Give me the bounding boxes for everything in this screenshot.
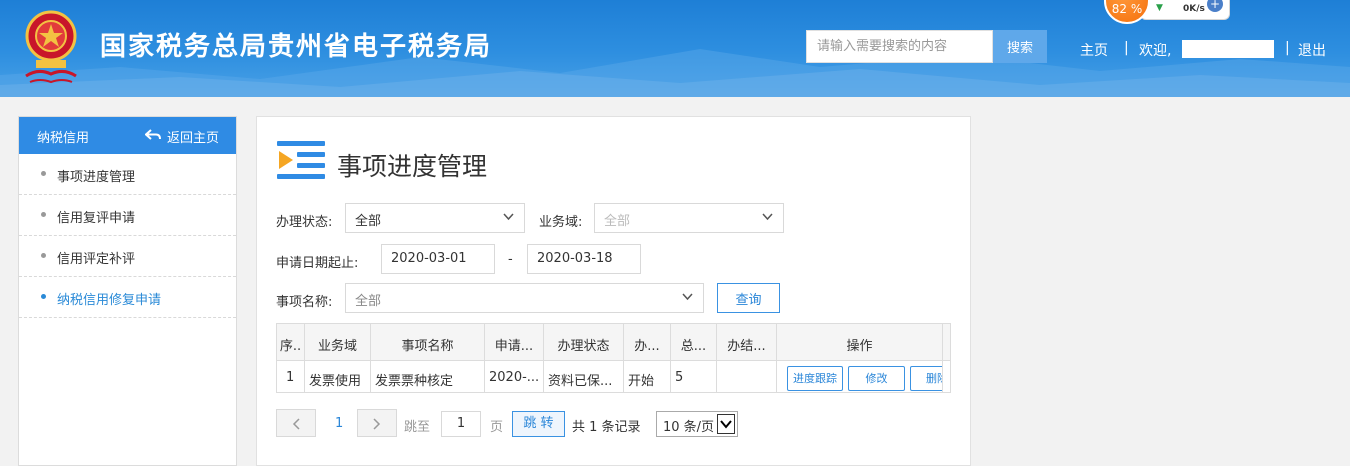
page-title: 事项进度管理 [337, 152, 488, 181]
site-title: 国家税务总局贵州省电子税务局 [100, 32, 493, 62]
list-menu-icon [277, 141, 325, 179]
date-range-separator: - [508, 252, 513, 267]
bullet-icon [41, 171, 46, 176]
search-input[interactable] [806, 30, 993, 63]
tax-emblem-icon [25, 10, 77, 84]
network-speed-text: 0K/s [1183, 4, 1205, 14]
column-header[interactable]: 办理状态 [544, 324, 624, 360]
bullet-icon [41, 212, 46, 217]
chevron-down-icon [503, 213, 514, 221]
page-size-value: 10 条/页 [663, 420, 715, 435]
column-header[interactable]: 申请... [485, 324, 544, 360]
table-cell: 1 [277, 361, 305, 392]
query-button[interactable]: 查询 [717, 283, 780, 313]
page-size-select[interactable]: 10 条/页 [656, 411, 738, 437]
domain-select[interactable]: 全部 [594, 203, 784, 233]
home-link[interactable]: 主页 [1080, 40, 1108, 60]
column-header[interactable]: 总... [671, 324, 717, 360]
item-name-select[interactable]: 全部 [345, 283, 704, 313]
logout-link[interactable]: 退出 [1298, 40, 1326, 60]
progress-table: 序.. 业务域 事项名称 申请... 办理状态 办... 总... 办结... … [276, 323, 951, 393]
column-header[interactable]: 办结... [717, 324, 777, 360]
status-select-value: 全部 [355, 214, 382, 229]
username-display [1182, 40, 1274, 58]
domain-select-value: 全部 [604, 214, 631, 229]
status-select[interactable]: 全部 [345, 203, 525, 233]
sidebar-title: 纳税信用 [37, 131, 90, 146]
jump-page-input[interactable]: 1 [441, 411, 481, 437]
jump-button[interactable]: 跳 转 [512, 411, 565, 437]
back-home-link[interactable]: 返回主页 [167, 127, 219, 146]
current-page[interactable]: 1 [335, 416, 343, 431]
dropdown-arrow-box [717, 414, 735, 434]
table-cell-actions: 进度跟踪 修改 删除 [777, 361, 943, 392]
table-cell [717, 361, 777, 392]
chevron-down-icon [762, 213, 773, 221]
sidebar-item-reevaluation[interactable]: 信用复评申请 [19, 195, 236, 236]
table-cell: 5 [671, 361, 717, 392]
total-records: 共 1 条记录 [572, 420, 641, 435]
status-label: 办理状态: [276, 215, 333, 230]
chevron-down-icon [682, 293, 693, 301]
sidebar-item-label: 信用复评申请 [57, 211, 136, 226]
chevron-right-icon [373, 418, 381, 430]
table-header-row: 序.. 业务域 事项名称 申请... 办理状态 办... 总... 办结... … [277, 324, 950, 361]
chevron-left-icon [292, 418, 300, 430]
item-name-label: 事项名称: [276, 295, 333, 310]
track-progress-button[interactable]: 进度跟踪 [787, 366, 843, 391]
sidebar-item-supplement[interactable]: 信用评定补评 [19, 236, 236, 277]
sidebar-item-label: 信用评定补评 [57, 252, 136, 267]
sidebar-item-label: 纳税信用修复申请 [57, 293, 162, 308]
edit-button[interactable]: 修改 [848, 366, 905, 391]
search-button[interactable]: 搜索 [993, 30, 1047, 63]
column-header[interactable]: 事项名称 [371, 324, 485, 360]
date-end-input[interactable]: 2020-03-18 [527, 244, 641, 274]
welcome-text: 欢迎, [1139, 43, 1172, 59]
table-row: 1 发票使用 发票票种核定 2020-... 资料已保... 开始 5 进度跟踪… [277, 361, 950, 392]
nav-separator: | [1124, 40, 1129, 56]
table-cell: 开始 [624, 361, 671, 392]
column-header[interactable]: 业务域 [305, 324, 371, 360]
bullet-icon [41, 253, 46, 258]
table-cell: 2020-... [485, 361, 544, 392]
next-page-button[interactable] [357, 409, 397, 437]
column-header: 操作 [777, 324, 943, 360]
column-header[interactable]: 办... [624, 324, 671, 360]
table-cell: 资料已保... [544, 361, 624, 392]
delete-button[interactable]: 删除 [910, 366, 942, 391]
table-cell: 发票使用 [305, 361, 371, 392]
bullet-icon [41, 294, 46, 299]
table-cell: 发票票种核定 [371, 361, 485, 392]
prev-page-button[interactable] [276, 409, 316, 437]
sidebar-item-progress[interactable]: 事项进度管理 [19, 154, 236, 195]
download-arrow-icon: ▼ [1156, 3, 1163, 13]
sidebar: 纳税信用 返回主页 事项进度管理 信用复评申请 信用评定补评 纳税信用修复申请 [18, 116, 237, 466]
page-unit-label: 页 [490, 420, 504, 435]
date-start-input[interactable]: 2020-03-01 [381, 244, 495, 274]
date-range-label: 申请日期起止: [276, 256, 359, 271]
chevron-down-icon [720, 420, 732, 429]
sidebar-header: 纳税信用 返回主页 [19, 117, 236, 154]
column-header[interactable]: 序.. [277, 324, 305, 360]
nav-separator: | [1285, 40, 1290, 56]
sidebar-item-credit-repair[interactable]: 纳税信用修复申请 [19, 277, 236, 318]
main-panel: 事项进度管理 办理状态: 全部 业务域: 全部 申请日期起止: 2020-03-… [256, 116, 971, 466]
sidebar-item-label: 事项进度管理 [57, 170, 136, 185]
jump-to-label: 跳至 [404, 420, 431, 435]
item-name-select-value: 全部 [355, 294, 382, 309]
back-arrow-icon[interactable] [145, 129, 161, 141]
domain-label: 业务域: [539, 215, 583, 230]
